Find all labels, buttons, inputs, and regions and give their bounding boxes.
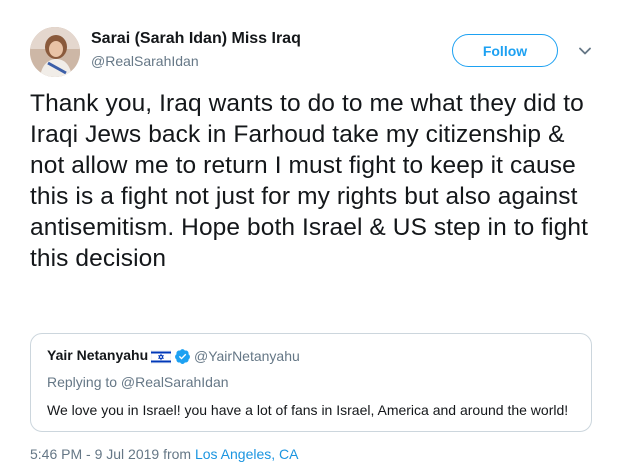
quoted-tweet[interactable]: Yair Netanyahu @YairNetanyahu Replying t… xyxy=(30,333,592,432)
timestamp-text[interactable]: 5:46 PM - 9 Jul 2019 from xyxy=(30,446,195,462)
author-handle[interactable]: @RealSarahIdan xyxy=(91,53,199,69)
tweet-card: Sarai (Sarah Idan) Miss Iraq @RealSarahI… xyxy=(0,0,629,473)
quoted-tweet-text: We love you in Israel! you have a lot of… xyxy=(47,402,569,418)
follow-button[interactable]: Follow xyxy=(452,34,558,67)
verified-badge-icon xyxy=(174,348,191,365)
tweet-timestamp: 5:46 PM - 9 Jul 2019 from Los Angeles, C… xyxy=(30,446,298,462)
quoted-author-handle: @YairNetanyahu xyxy=(194,348,300,364)
author-name[interactable]: Sarai (Sarah Idan) Miss Iraq xyxy=(91,30,301,48)
israel-flag-icon xyxy=(150,349,172,365)
chevron-down-icon[interactable] xyxy=(578,44,592,58)
tweet-text: Thank you, Iraq wants to do to me what t… xyxy=(30,90,589,272)
author-avatar[interactable] xyxy=(30,27,80,77)
replying-to-text: Replying to @RealSarahIdan xyxy=(47,374,229,390)
quoted-author-name: Yair Netanyahu xyxy=(47,347,149,363)
profile-photo-icon xyxy=(30,27,80,77)
location-link[interactable]: Los Angeles, CA xyxy=(195,446,299,462)
